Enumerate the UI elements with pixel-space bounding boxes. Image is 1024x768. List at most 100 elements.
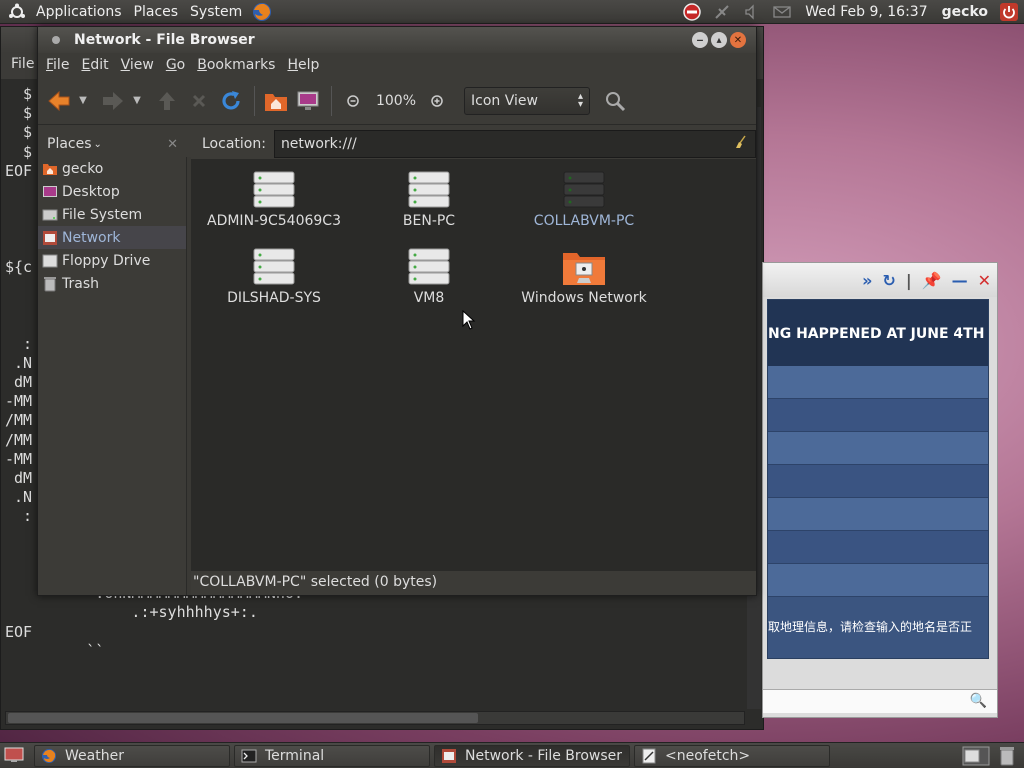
stop-button[interactable] xyxy=(184,86,214,116)
icon-view[interactable]: ADMIN-9C54069C3 BEN-PC COLLABVM-PC DILSH… xyxy=(191,159,756,571)
close-button[interactable]: ✕ xyxy=(730,32,746,48)
places-menu[interactable]: Places xyxy=(128,4,185,20)
close-sidebar-icon[interactable]: ✕ xyxy=(167,137,178,152)
server-icon xyxy=(560,169,608,211)
menu-bookmarks[interactable]: Bookmarks xyxy=(191,57,281,73)
sidebar-item-floppy-drive[interactable]: Floppy Drive xyxy=(38,249,186,272)
home-button[interactable] xyxy=(261,86,291,116)
up-button[interactable] xyxy=(152,86,182,116)
home-folder-icon xyxy=(265,93,287,111)
minimize-icon[interactable]: — xyxy=(952,271,968,290)
network-item-ben-pc[interactable]: BEN-PC xyxy=(352,169,506,229)
menu-file[interactable]: File xyxy=(40,57,75,73)
sidebar-item-file-system[interactable]: File System xyxy=(38,203,186,226)
file-browser-titlebar[interactable]: Network - File Browser ‒ ▴ ✕ xyxy=(38,27,756,53)
browser-page: NG HAPPENED AT JUNE 4TH 取地理信息，请检查输入的地名是否… xyxy=(767,299,989,659)
firefox-icon xyxy=(41,748,57,764)
back-button[interactable] xyxy=(44,86,74,116)
chevron-down-icon: ⌄ xyxy=(93,138,102,150)
close-icon[interactable]: ✕ xyxy=(978,271,991,290)
network-item-collabvm-pc[interactable]: COLLABVM-PC xyxy=(507,169,661,229)
text-editor-icon xyxy=(641,748,657,764)
window-menu-icon[interactable] xyxy=(52,36,60,44)
workspace-switcher-icon[interactable] xyxy=(962,746,990,766)
computer-button[interactable] xyxy=(293,86,323,116)
username[interactable]: gecko xyxy=(936,4,994,20)
firefox-icon[interactable] xyxy=(250,1,274,23)
network-item-admin-9c54069c3[interactable]: ADMIN-9C54069C3 xyxy=(197,169,351,229)
file-browser-window[interactable]: Network - File Browser ‒ ▴ ✕ File Edit V… xyxy=(37,26,757,596)
menu-view[interactable]: View xyxy=(115,57,160,73)
sidebar-type-selector[interactable]: Places ⌄ ✕ xyxy=(38,136,188,152)
chevron-more-icon[interactable]: » xyxy=(862,271,872,290)
show-desktop-icon[interactable] xyxy=(4,746,26,766)
sidebar-item-gecko[interactable]: gecko xyxy=(38,157,186,180)
forward-history-dropdown[interactable]: ▼ xyxy=(130,86,144,116)
sidebar-item-network[interactable]: Network xyxy=(38,226,186,249)
power-icon[interactable] xyxy=(998,2,1020,22)
back-history-dropdown[interactable]: ▼ xyxy=(76,86,90,116)
ubuntu-logo-icon[interactable] xyxy=(8,3,26,21)
home-folder-icon xyxy=(42,161,58,177)
browser-statusbar: 🔍 xyxy=(763,689,997,713)
clear-broom-icon[interactable] xyxy=(733,134,749,154)
network-item-vm8[interactable]: VM8 xyxy=(352,246,506,306)
forward-button[interactable] xyxy=(98,86,128,116)
separator-icon: | xyxy=(905,270,912,290)
mail-icon[interactable] xyxy=(771,2,793,22)
reload-icon[interactable]: ↻ xyxy=(882,271,895,290)
location-input[interactable]: network:/// xyxy=(273,130,756,158)
icon-label: BEN-PC xyxy=(402,213,456,229)
statusbar: "COLLABVM-PC" selected (0 bytes) xyxy=(191,571,756,595)
menu-go[interactable]: Go xyxy=(160,57,191,73)
location-label: Location: xyxy=(202,136,266,152)
search-button[interactable] xyxy=(600,86,630,116)
magnifier-icon[interactable]: 🔍 xyxy=(970,693,987,709)
menu-help[interactable]: Help xyxy=(281,57,325,73)
clock[interactable]: Wed Feb 9, 16:37 xyxy=(797,4,935,20)
task-file-browser[interactable]: Network - File Browser xyxy=(434,744,630,767)
task-label: Network - File Browser xyxy=(465,747,623,764)
icon-label: COLLABVM-PC xyxy=(533,213,635,229)
network-item-windows-network[interactable]: Windows Network xyxy=(507,246,661,306)
sidebar-item-trash[interactable]: Trash xyxy=(38,272,186,295)
sidebar-item-label: gecko xyxy=(62,160,104,177)
arrow-left-icon xyxy=(48,90,70,111)
network-icon xyxy=(42,230,58,246)
trash-icon[interactable] xyxy=(998,745,1018,767)
sidebar-item-label: Desktop xyxy=(62,183,120,200)
task-terminal[interactable]: Terminal xyxy=(234,744,430,767)
location-value: network:/// xyxy=(280,136,357,152)
zoom-out-button[interactable] xyxy=(338,86,368,116)
terminal-horizontal-scrollbar[interactable] xyxy=(5,711,745,725)
zoom-in-button[interactable] xyxy=(422,86,452,116)
reload-button[interactable] xyxy=(216,86,246,116)
view-mode-value: Icon View xyxy=(471,92,538,109)
browser-window[interactable]: » ↻ | 📌 — ✕ NG HAPPENED AT JUNE 4TH 取地理信… xyxy=(762,262,998,718)
do-not-disturb-icon[interactable] xyxy=(681,2,703,22)
task-weather[interactable]: Weather xyxy=(34,744,230,767)
toolbar-separator xyxy=(254,85,255,116)
volume-icon[interactable] xyxy=(741,2,763,22)
scrollbar-thumb[interactable] xyxy=(8,713,478,723)
network-disconnected-icon[interactable] xyxy=(711,2,733,22)
menu-edit[interactable]: Edit xyxy=(75,57,114,73)
network-item-dilshad-sys[interactable]: DILSHAD-SYS xyxy=(197,246,351,306)
sidebar-item-desktop[interactable]: Desktop xyxy=(38,180,186,203)
task-neofetch[interactable]: <neofetch> xyxy=(634,744,830,767)
view-mode-select[interactable]: Icon View ▴ ▾ xyxy=(464,86,590,115)
sidebar-item-label: Floppy Drive xyxy=(62,252,151,269)
minimize-button[interactable]: ‒ xyxy=(692,32,708,48)
zoom-out-icon xyxy=(347,94,359,107)
pin-icon[interactable]: 📌 xyxy=(922,271,942,290)
applications-menu[interactable]: Applications xyxy=(30,4,128,20)
terminal-file-menu[interactable]: File xyxy=(11,56,34,72)
task-label: Terminal xyxy=(265,747,325,764)
sidebar-item-label: Trash xyxy=(62,275,99,292)
page-row xyxy=(768,399,988,432)
system-menu[interactable]: System xyxy=(184,4,248,20)
server-icon xyxy=(405,246,453,288)
maximize-button[interactable]: ▴ xyxy=(711,32,727,48)
mouse-cursor-icon xyxy=(462,309,476,334)
window-title: Network - File Browser xyxy=(74,32,255,48)
